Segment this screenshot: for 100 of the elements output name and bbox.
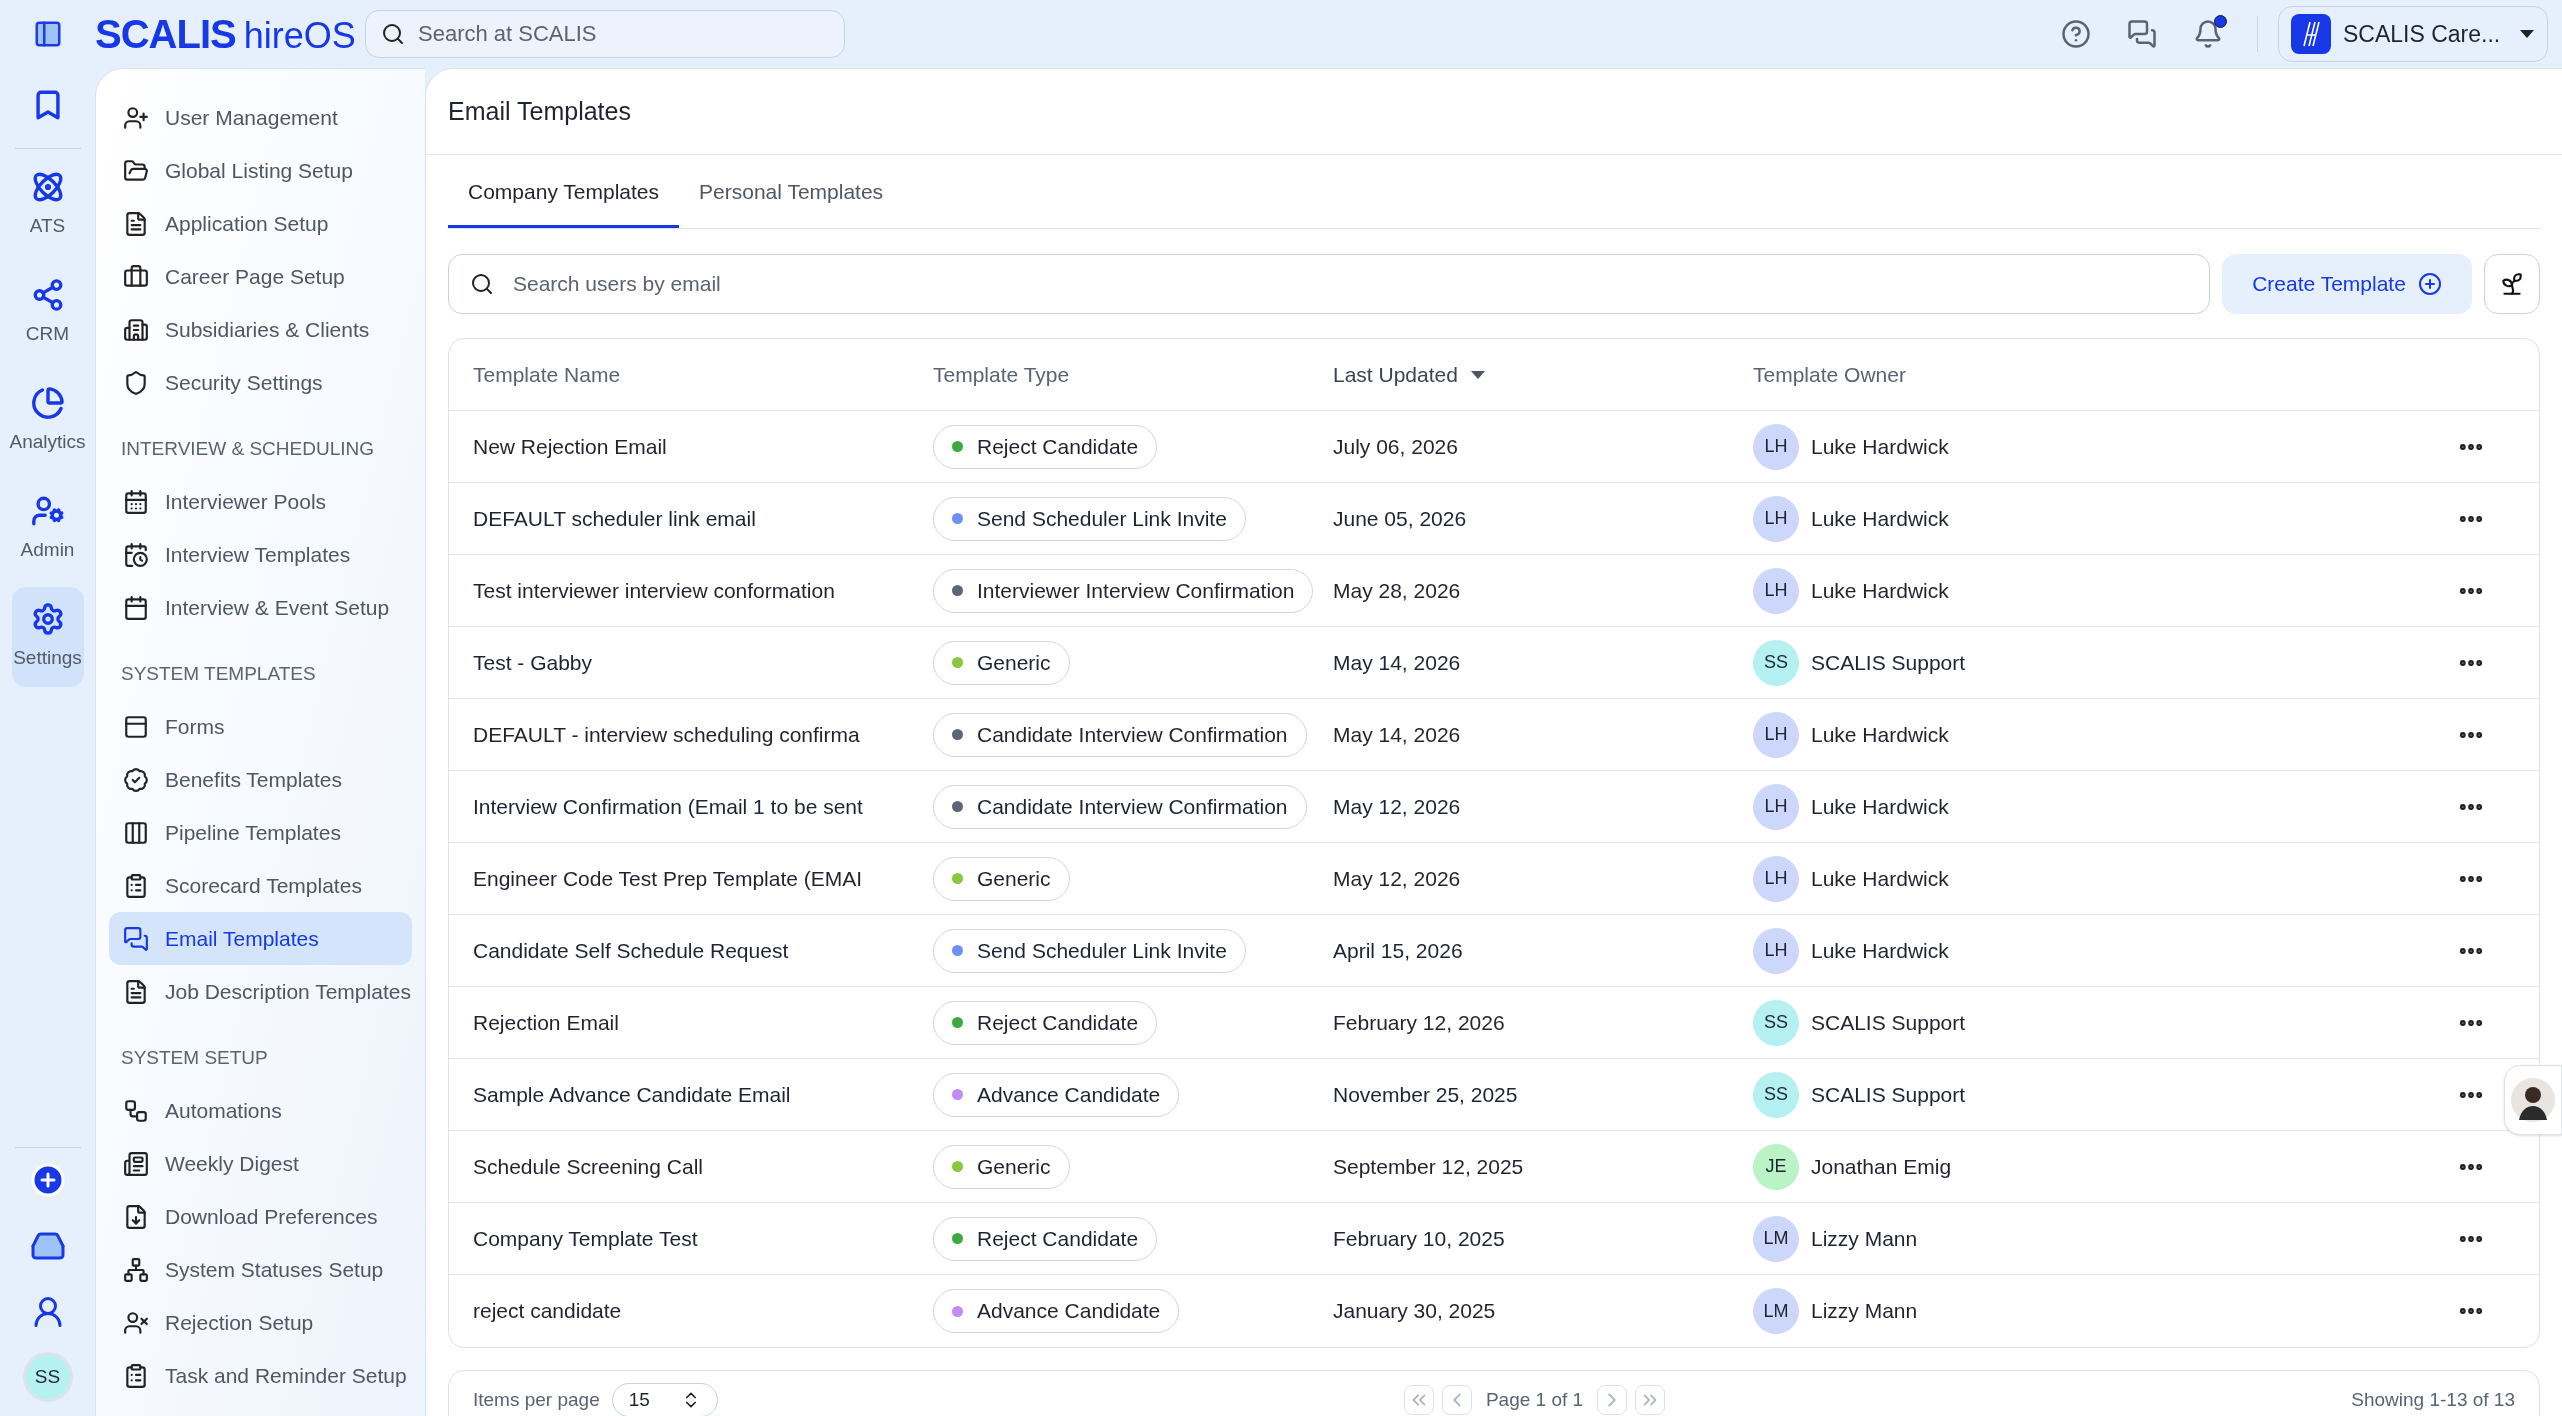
owner-avatar: LH — [1753, 711, 1799, 758]
sidebar-item[interactable]: Automations — [109, 1084, 412, 1137]
user-plus-icon — [123, 104, 149, 131]
chat-bubbles-icon — [123, 925, 149, 952]
user-x-icon — [123, 1309, 149, 1336]
sidebar-item[interactable]: Interview & Event Setup — [109, 581, 412, 634]
sidebar-item[interactable]: Scorecard Templates — [109, 859, 412, 912]
sidebar-item[interactable]: System Statuses Setup — [109, 1243, 412, 1296]
table-cell-text: Sample Advance Candidate Email — [473, 1081, 792, 1108]
table-cell-text: Interview Confirmation (Email 1 to be sent — [473, 793, 864, 820]
sidebar-item[interactable]: Career Page Setup — [109, 250, 412, 303]
owner-avatar: LH — [1753, 783, 1799, 830]
calendar-icon — [123, 488, 149, 515]
tab[interactable]: Personal Templates — [679, 158, 904, 228]
sidebar-item[interactable]: Interviewer Pools — [109, 475, 412, 528]
table-cell-text: June 05, 2026 — [1333, 505, 1468, 532]
shield-icon — [123, 369, 149, 396]
tab[interactable]: Company Templates — [448, 158, 680, 228]
table-cell-text: February 10, 2025 — [1333, 1225, 1506, 1252]
support-widget[interactable] — [2504, 1065, 2562, 1135]
section-heading: SYSTEM SETUP — [120, 1045, 269, 1070]
form-icon — [123, 713, 149, 740]
sidebar-item[interactable]: Rejection Setup — [109, 1296, 412, 1349]
owner-name: Luke Hardwick — [1811, 865, 1949, 892]
sidebar-item[interactable]: Download Preferences — [109, 1190, 412, 1243]
owner-name: Luke Hardwick — [1811, 793, 1949, 820]
rail-item[interactable]: Admin — [11, 479, 84, 579]
global-search-field[interactable]: Search at SCALIS — [365, 10, 845, 58]
briefcase-icon — [123, 263, 149, 290]
sidebar-item[interactable]: Global Listing Setup — [109, 144, 412, 197]
owner-avatar: LH — [1753, 423, 1799, 470]
bell-icon — [2193, 19, 2223, 49]
sidebar-item[interactable]: Job Description Templates — [109, 965, 412, 1018]
network-icon — [123, 1256, 149, 1283]
owner-avatar: SS — [1753, 1071, 1799, 1118]
table-cell-text: Test interviewer interview conformation — [473, 577, 836, 604]
columns-icon — [123, 819, 149, 846]
owner-name: SCALIS Support — [1811, 1009, 1966, 1036]
sort-down-icon[interactable] — [1469, 369, 1486, 380]
owner-name: Luke Hardwick — [1811, 937, 1949, 964]
table-cell-text: September 12, 2025 — [1333, 1153, 1525, 1180]
owner-name: Jonathan Emig — [1811, 1153, 1952, 1180]
folder-icon — [123, 157, 149, 184]
clipboard-icon — [123, 872, 149, 899]
owner-avatar: LH — [1753, 495, 1799, 542]
plus-icon — [2417, 272, 2442, 296]
add-icon[interactable] — [29, 1162, 66, 1198]
sidebar-item[interactable]: Forms — [109, 700, 412, 753]
rail-item[interactable]: Settings — [11, 587, 84, 687]
calendar-icon — [123, 594, 149, 621]
create-template-button[interactable]: Create Template — [2222, 254, 2472, 314]
search-icon — [470, 272, 494, 296]
owner-name: SCALIS Support — [1811, 1081, 1966, 1108]
table-cell-text: Test - Gabby — [473, 649, 594, 676]
owner-avatar: SS — [1753, 639, 1799, 686]
rail-item[interactable]: CRM — [11, 263, 84, 363]
sidebar-item[interactable]: Application Setup — [109, 197, 412, 250]
sidebar-item[interactable]: Task and Reminder Setup — [109, 1349, 412, 1402]
product-name: hireOS — [243, 14, 356, 58]
file-download-icon — [123, 1203, 149, 1230]
section-heading: SYSTEM TEMPLATES — [120, 661, 317, 686]
rail-item[interactable]: Analytics — [11, 371, 84, 471]
calendar-clock-icon — [123, 541, 149, 568]
brand-logo: SCALIS — [95, 11, 236, 58]
column-header[interactable]: Template Owner — [1753, 358, 1906, 391]
page-title: Email Templates — [448, 95, 631, 127]
owner-name: Lizzy Mann — [1811, 1225, 1918, 1252]
pie-chart-icon — [30, 385, 65, 420]
rail-item[interactable]: ATS — [11, 155, 84, 255]
owner-name: Lizzy Mann — [1811, 1298, 1918, 1325]
table-cell-text: reject candidate — [473, 1298, 623, 1325]
results-count: Showing 1-13 of 13 — [2351, 1387, 2515, 1412]
owner-avatar: SS — [1753, 999, 1799, 1046]
sidebar-item[interactable]: Email Templates — [109, 912, 412, 965]
column-header[interactable]: Last Updated — [1333, 358, 1458, 391]
sidebar-item[interactable]: Weekly Digest — [109, 1137, 412, 1190]
sidebar-item[interactable]: Benefits Templates — [109, 753, 412, 806]
sidebar-item[interactable]: User Management — [109, 91, 412, 144]
table-cell-text: DEFAULT scheduler link email — [473, 505, 757, 532]
items-per-page-label: Items per page — [473, 1387, 600, 1412]
sidebar-item[interactable]: Security Settings — [109, 356, 412, 409]
table-cell-text: May 12, 2026 — [1333, 793, 1462, 820]
user-avatar[interactable]: SS — [22, 1352, 73, 1402]
column-header[interactable]: Template Name — [473, 358, 621, 391]
building-icon — [123, 316, 149, 343]
sprout-button[interactable] — [2484, 254, 2540, 314]
owner-name: Luke Hardwick — [1811, 577, 1949, 604]
chat-bubbles-icon[interactable] — [2127, 19, 2157, 49]
column-header[interactable]: Template Type — [933, 358, 1070, 391]
help-icon[interactable] — [2061, 19, 2091, 49]
account-switcher[interactable]: SCALIS Care... — [2278, 6, 2548, 62]
clipboard-icon — [123, 1362, 149, 1389]
document-icon — [123, 978, 149, 1005]
flow-icon — [123, 1097, 149, 1124]
newspaper-icon — [123, 1150, 149, 1177]
sidebar-item[interactable]: Subsidiaries & Clients — [109, 303, 412, 356]
email-search-field[interactable]: Search users by email — [448, 254, 2210, 314]
sidebar-item[interactable]: Pipeline Templates — [109, 806, 412, 859]
sidebar-item[interactable]: Interview Templates — [109, 528, 412, 581]
owner-name: Luke Hardwick — [1811, 721, 1949, 748]
